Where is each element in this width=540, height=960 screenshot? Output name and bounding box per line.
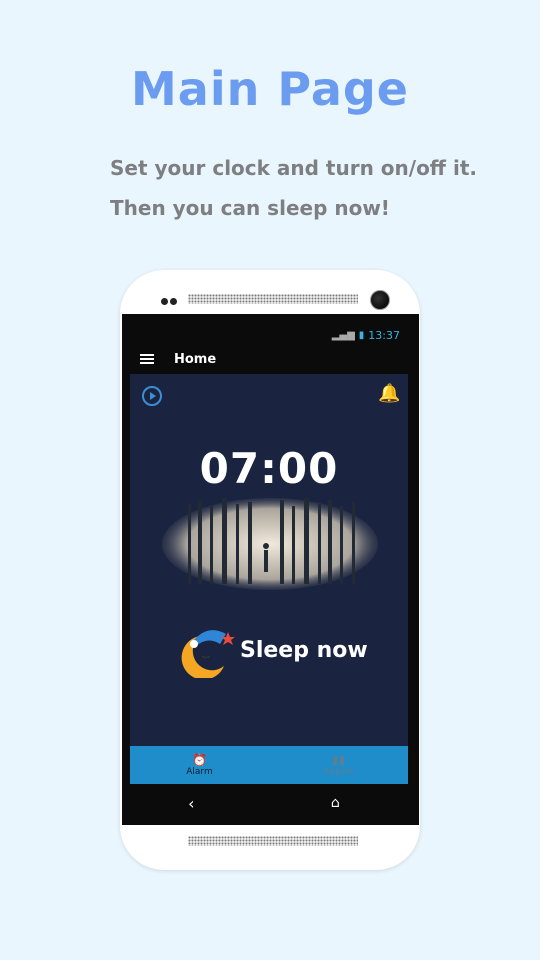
battery-icon: ▮ [358, 329, 365, 341]
promo-title: Main Page [131, 62, 409, 116]
sleep-now-label: Sleep now [240, 637, 368, 663]
signal-icon: ▂▄▆ [331, 329, 355, 341]
alarm-content: 🔔 07:00 Sleep now [130, 374, 408, 746]
app-bar: Home [130, 344, 407, 374]
nav-label-alarm: Alarm [186, 767, 213, 777]
app-bar-title: Home [174, 351, 217, 367]
status-bar: ▂▄▆ ▮ 13:37 [138, 326, 400, 344]
home-icon[interactable]: ⌂ [331, 795, 340, 811]
bottom-speaker-grille [188, 836, 358, 846]
sensor-dot [170, 298, 177, 305]
status-time: 13:37 [368, 328, 400, 342]
phone-screen: ▂▄▆ ▮ 13:37 Home 🔔 07:00 Sleep now ⏰ Ala… [122, 314, 419, 825]
promo-line-2: Then you can sleep now! [110, 196, 390, 220]
hamburger-menu-icon[interactable] [140, 352, 154, 366]
nav-item-report[interactable]: ▮▮ Report [269, 746, 408, 784]
alarm-bell-icon[interactable]: 🔔 [378, 384, 400, 404]
back-icon[interactable]: ‹ [188, 794, 194, 813]
alarm-clock-icon: ⏰ [192, 753, 207, 767]
sensor-dot [161, 298, 168, 305]
nav-label-report: Report [323, 767, 354, 777]
play-circle-icon[interactable] [142, 386, 162, 406]
bottom-navigation: ⏰ Alarm ▮▮ Report [130, 746, 408, 784]
system-navigation-bar: ‹ ⌂ [130, 784, 408, 822]
alarm-time[interactable]: 07:00 [130, 444, 408, 493]
sleep-now-button[interactable]: Sleep now [180, 622, 368, 678]
top-speaker-grille [188, 294, 358, 304]
promo-line-1: Set your clock and turn on/off it. [110, 156, 477, 180]
moon-nightcap-icon [181, 630, 235, 678]
front-camera [370, 290, 390, 310]
nav-item-alarm[interactable]: ⏰ Alarm [130, 746, 269, 784]
bar-chart-icon: ▮▮ [331, 753, 346, 767]
phone-frame: ▂▄▆ ▮ 13:37 Home 🔔 07:00 Sleep now ⏰ Ala… [120, 270, 420, 870]
forest-illustration [162, 498, 378, 590]
